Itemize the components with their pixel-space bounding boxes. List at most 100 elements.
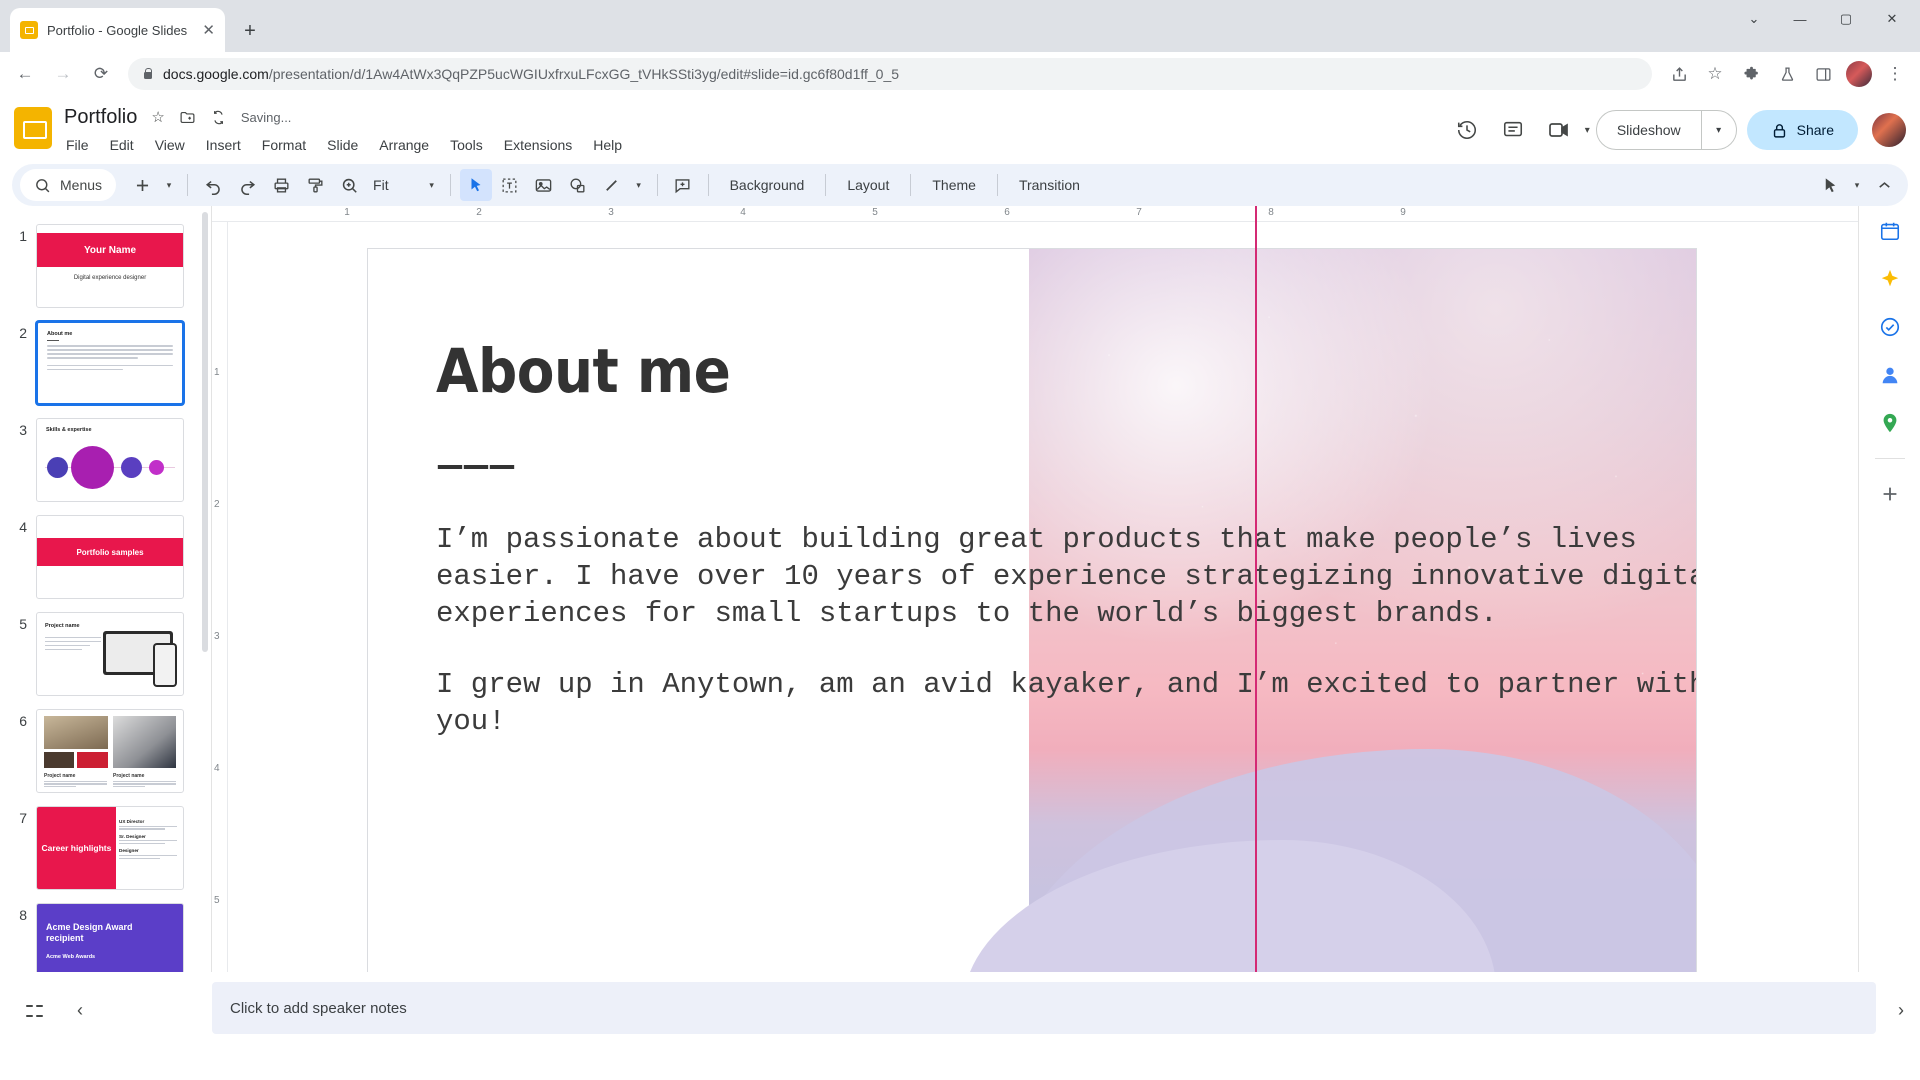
slide-thumbnail-1[interactable]: Your Name Digital experience designer xyxy=(36,224,184,308)
share-icon[interactable] xyxy=(1662,57,1696,91)
list-item[interactable]: 2 About me xyxy=(0,321,211,405)
chevron-down-icon[interactable]: ⌄ xyxy=(1732,3,1776,35)
list-item[interactable]: 1 Your Name Digital experience designer xyxy=(0,224,211,308)
chrome-profile-avatar[interactable] xyxy=(1846,61,1872,87)
maps-icon[interactable] xyxy=(1873,406,1907,440)
chevron-down-icon[interactable]: ▾ xyxy=(1702,125,1736,136)
move-to-folder-icon[interactable] xyxy=(179,109,196,126)
list-item[interactable]: 8 Acme Design Award recipient Acme Web A… xyxy=(0,903,211,972)
print-icon[interactable] xyxy=(265,169,297,201)
background-button[interactable]: Background xyxy=(718,177,817,193)
line-caret-icon[interactable]: ▾ xyxy=(630,169,648,201)
menu-arrange[interactable]: Arrange xyxy=(377,135,431,155)
contacts-icon[interactable] xyxy=(1873,358,1907,392)
slide-thumbnail-4[interactable]: Portfolio samples xyxy=(36,515,184,599)
add-comment-icon[interactable] xyxy=(667,169,699,201)
slide-thumbnail-5[interactable]: Project name xyxy=(36,612,184,696)
meet-video-icon[interactable] xyxy=(1539,110,1579,150)
layout-button[interactable]: Layout xyxy=(835,177,901,193)
current-slide[interactable]: About me ——— I’m passionate about buildi… xyxy=(367,248,1697,972)
zoom-level-value[interactable]: Fit xyxy=(367,177,395,193)
bookmark-star-icon[interactable]: ☆ xyxy=(1698,57,1732,91)
tasks-icon[interactable] xyxy=(1873,310,1907,344)
lock-icon xyxy=(1773,123,1785,138)
slide-filmstrip[interactable]: 1 Your Name Digital experience designer … xyxy=(0,206,212,972)
insert-line-icon[interactable] xyxy=(596,169,628,201)
slide-divider-text[interactable]: ——— xyxy=(438,445,516,490)
extensions-puzzle-icon[interactable] xyxy=(1734,57,1768,91)
transition-button[interactable]: Transition xyxy=(1007,177,1092,193)
zoom-caret-icon[interactable]: ▾ xyxy=(423,169,441,201)
slide-title-text[interactable]: About me xyxy=(436,341,731,402)
list-item[interactable]: 5 Project name xyxy=(0,612,211,696)
menu-view[interactable]: View xyxy=(153,135,187,155)
collapse-toolbar-icon[interactable] xyxy=(1868,169,1900,201)
zoom-icon[interactable] xyxy=(333,169,365,201)
slide-thumbnail-3[interactable]: Skills & expertise xyxy=(36,418,184,502)
slideshow-button[interactable]: Slideshow ▾ xyxy=(1595,110,1737,150)
list-item[interactable]: 7 Career highlights UX Director Sr. Desi… xyxy=(0,806,211,890)
back-icon[interactable]: ← xyxy=(8,57,42,91)
insert-shape-icon[interactable] xyxy=(562,169,594,201)
speaker-notes-field[interactable]: Click to add speaker notes xyxy=(212,982,1876,1034)
editing-mode-icon[interactable] xyxy=(1814,169,1846,201)
new-slide-button[interactable] xyxy=(126,169,158,201)
list-item[interactable]: 3 Skills & expertise xyxy=(0,418,211,502)
slide-thumbnail-7[interactable]: Career highlights UX Director Sr. Design… xyxy=(36,806,184,890)
calendar-icon[interactable] xyxy=(1873,214,1907,248)
window-close-button[interactable]: ✕ xyxy=(1870,3,1914,35)
paint-format-icon[interactable] xyxy=(299,169,331,201)
new-slide-caret-icon[interactable]: ▾ xyxy=(160,169,178,201)
menu-slide[interactable]: Slide xyxy=(325,135,360,155)
comment-icon[interactable] xyxy=(1493,110,1533,150)
new-tab-button[interactable]: + xyxy=(233,14,267,48)
collapse-filmstrip-icon[interactable]: ‹ xyxy=(77,1000,83,1021)
menu-format[interactable]: Format xyxy=(260,135,308,155)
text-box-icon[interactable] xyxy=(494,169,526,201)
menu-tools[interactable]: Tools xyxy=(448,135,485,155)
browser-tab[interactable]: Portfolio - Google Slides ✕ xyxy=(10,8,225,52)
menu-edit[interactable]: Edit xyxy=(108,135,136,155)
add-apps-icon[interactable] xyxy=(1873,477,1907,511)
slide-thumbnail-8[interactable]: Acme Design Award recipient Acme Web Awa… xyxy=(36,903,184,972)
browser-toolbar: ← → ⟳ docs.google.com/presentation/d/1Aw… xyxy=(0,52,1920,96)
slide-body-text[interactable]: I’m passionate about building great prod… xyxy=(436,521,1697,741)
list-item[interactable]: 4 Portfolio samples xyxy=(0,515,211,599)
undo-icon[interactable] xyxy=(197,169,229,201)
menu-file[interactable]: File xyxy=(64,135,91,155)
address-bar[interactable]: docs.google.com/presentation/d/1Aw4AtWx3… xyxy=(128,58,1652,90)
slide-thumbnail-2[interactable]: About me xyxy=(36,321,184,405)
theme-button[interactable]: Theme xyxy=(920,177,988,193)
document-title[interactable]: Portfolio xyxy=(64,107,137,127)
browser-menu-icon[interactable]: ⋮ xyxy=(1878,57,1912,91)
select-tool-icon[interactable] xyxy=(459,169,492,201)
editing-mode-caret-icon[interactable]: ▾ xyxy=(1848,169,1866,201)
paragraph: I’m passionate about building great prod… xyxy=(436,523,1697,631)
slide-thumbnail-6[interactable]: Project name Project name xyxy=(36,709,184,793)
meet-caret-icon[interactable]: ▾ xyxy=(1585,125,1590,136)
browser-tab-strip: Portfolio - Google Slides ✕ + ⌄ — ▢ ✕ xyxy=(0,0,1920,52)
vertical-guide[interactable] xyxy=(1255,206,1257,972)
star-icon[interactable]: ☆ xyxy=(151,108,164,126)
filmstrip-scrollbar[interactable] xyxy=(202,212,208,652)
menu-extensions[interactable]: Extensions xyxy=(502,135,574,155)
grid-view-icon[interactable] xyxy=(26,1002,43,1019)
list-item[interactable]: 6 Project name Project name xyxy=(0,709,211,793)
labs-flask-icon[interactable] xyxy=(1770,57,1804,91)
close-icon[interactable]: ✕ xyxy=(202,23,215,38)
slide-canvas-area[interactable]: 1 2 3 4 5 6 7 8 9 1 2 3 4 5 About me ——— xyxy=(212,206,1858,972)
version-history-icon[interactable] xyxy=(1447,110,1487,150)
account-avatar[interactable] xyxy=(1872,113,1906,147)
maximize-button[interactable]: ▢ xyxy=(1824,3,1868,35)
menu-search-button[interactable]: Menus xyxy=(20,169,117,201)
reload-icon[interactable]: ⟳ xyxy=(84,57,118,91)
side-panel-icon[interactable] xyxy=(1806,57,1840,91)
keep-icon[interactable] xyxy=(1873,262,1907,296)
redo-icon[interactable] xyxy=(231,169,263,201)
share-button[interactable]: Share xyxy=(1746,110,1858,150)
menu-insert[interactable]: Insert xyxy=(204,135,243,155)
expand-panel-icon[interactable]: › xyxy=(1898,1000,1904,1021)
insert-image-icon[interactable] xyxy=(528,169,560,201)
menu-help[interactable]: Help xyxy=(591,135,624,155)
minimize-button[interactable]: — xyxy=(1778,3,1822,35)
